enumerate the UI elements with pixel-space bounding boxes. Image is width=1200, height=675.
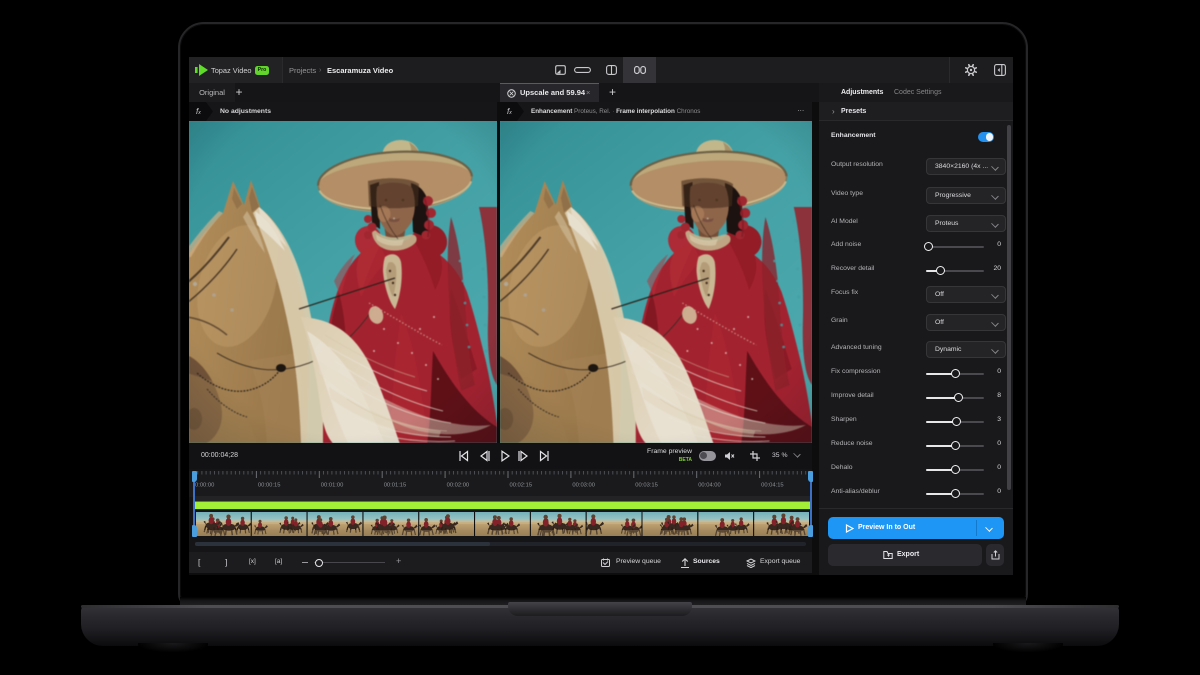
svg-text:00:03:00: 00:03:00 bbox=[572, 483, 595, 489]
svg-text:00:02:00: 00:02:00 bbox=[447, 483, 470, 489]
svg-text:0:00:00: 0:00:00 bbox=[195, 483, 214, 489]
svg-text:00:02:15: 00:02:15 bbox=[510, 483, 533, 489]
svg-text:00:04:15: 00:04:15 bbox=[761, 483, 784, 489]
svg-text:00:03:15: 00:03:15 bbox=[635, 483, 658, 489]
svg-text:00:00:15: 00:00:15 bbox=[258, 483, 281, 489]
svg-text:00:04:00: 00:04:00 bbox=[698, 483, 721, 489]
svg-text:00:01:15: 00:01:15 bbox=[384, 483, 407, 489]
svg-text:00:01:00: 00:01:00 bbox=[321, 483, 344, 489]
